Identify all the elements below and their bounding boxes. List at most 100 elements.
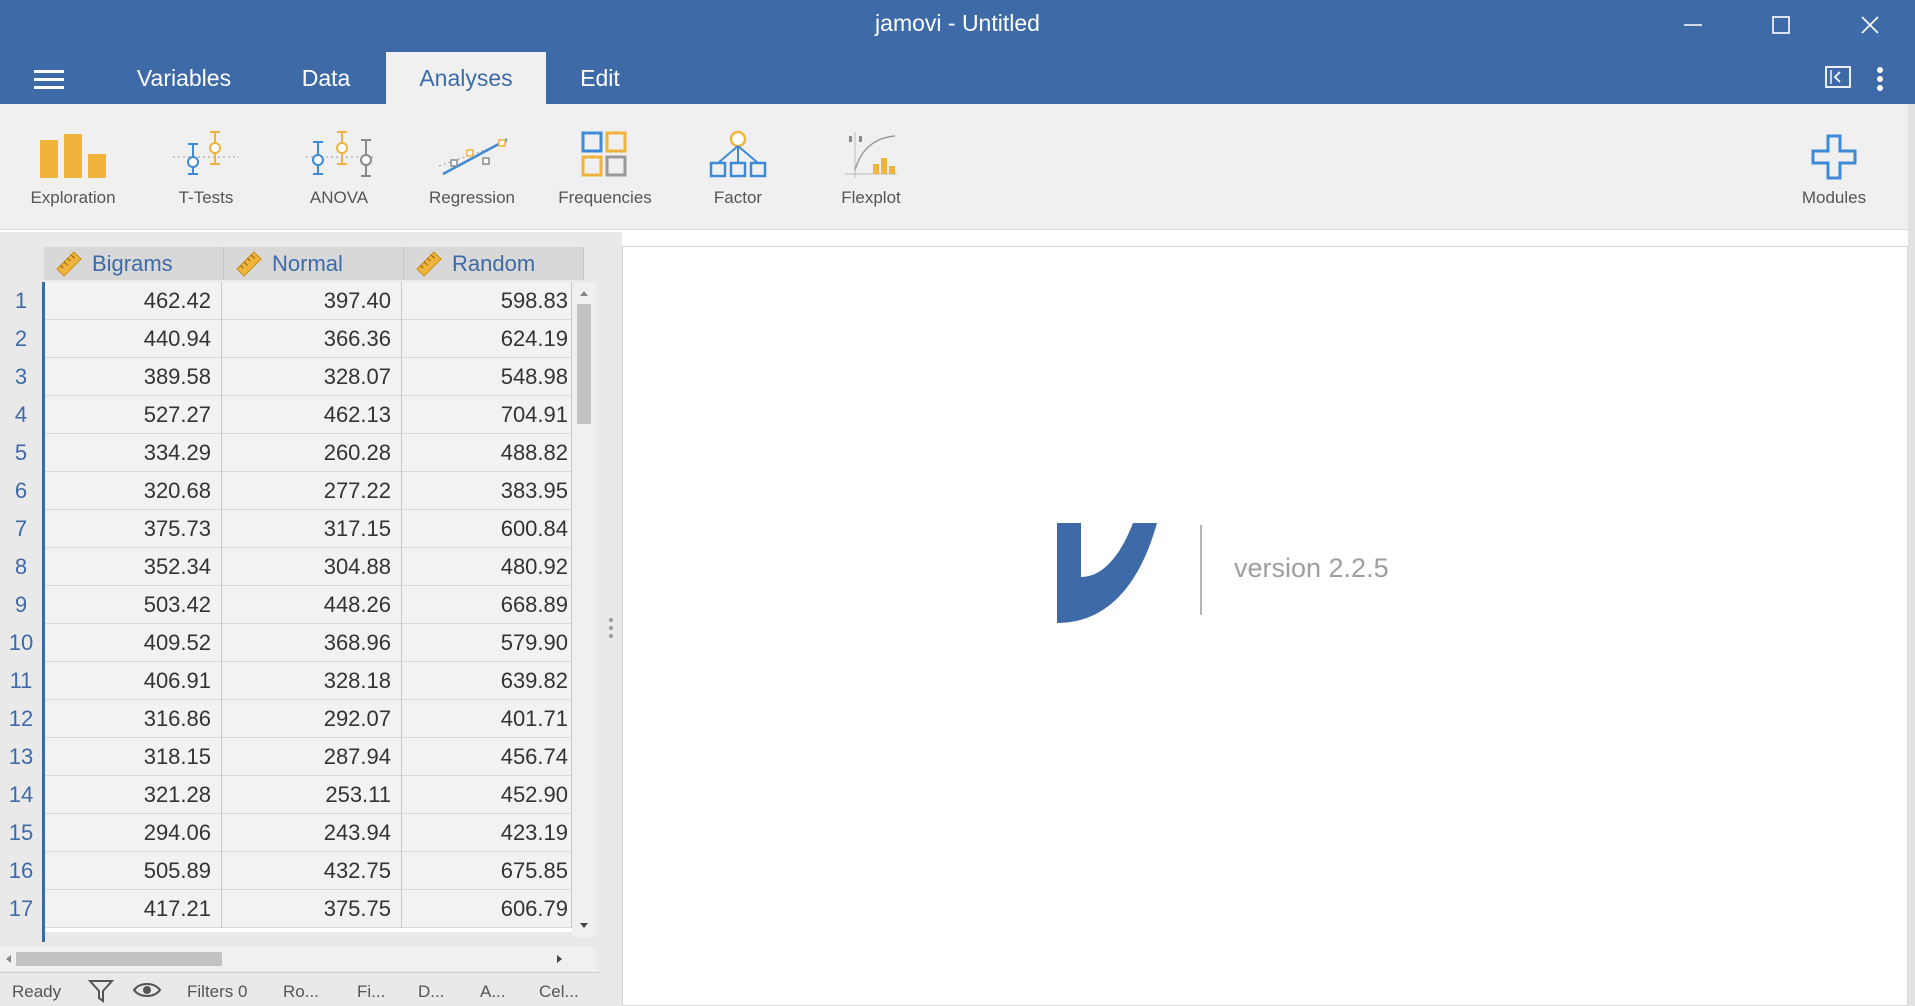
row-number[interactable]: 2 bbox=[0, 320, 42, 358]
tab-edit[interactable]: Edit bbox=[550, 52, 650, 104]
tab-variables[interactable]: Variables bbox=[118, 52, 250, 104]
data-cell[interactable]: 668.89 bbox=[402, 586, 572, 624]
row-number[interactable]: 6 bbox=[0, 472, 42, 510]
data-cell[interactable]: 260.28 bbox=[222, 434, 402, 472]
data-cell[interactable]: 375.75 bbox=[222, 890, 402, 928]
hamburger-menu-icon[interactable] bbox=[34, 70, 64, 90]
data-cell[interactable]: 253.11 bbox=[222, 776, 402, 814]
tab-data[interactable]: Data bbox=[270, 52, 382, 104]
row-number[interactable]: 9 bbox=[0, 586, 42, 624]
drag-handle-icon[interactable] bbox=[609, 618, 613, 642]
row-number[interactable]: 14 bbox=[0, 776, 42, 814]
data-cell[interactable]: 417.21 bbox=[42, 890, 222, 928]
data-cell[interactable]: 704.91 bbox=[402, 396, 572, 434]
data-cell[interactable]: 287.94 bbox=[222, 738, 402, 776]
data-cell[interactable]: 366.36 bbox=[222, 320, 402, 358]
flexplot-button[interactable]: Flexplot bbox=[805, 124, 937, 220]
data-cell[interactable]: 505.89 bbox=[42, 852, 222, 890]
eye-icon[interactable] bbox=[132, 980, 162, 1000]
data-cell[interactable]: 579.90 bbox=[402, 624, 572, 662]
results-mode-button[interactable] bbox=[1825, 66, 1851, 93]
data-cell[interactable]: 317.15 bbox=[222, 510, 402, 548]
data-cell[interactable]: 462.42 bbox=[42, 282, 222, 320]
data-cell[interactable]: 675.85 bbox=[402, 852, 572, 890]
row-number[interactable]: 12 bbox=[0, 700, 42, 738]
data-cell[interactable]: 548.98 bbox=[402, 358, 572, 396]
data-cell[interactable]: 277.22 bbox=[222, 472, 402, 510]
frequencies-icon bbox=[581, 131, 627, 177]
horizontal-scroll-thumb[interactable] bbox=[16, 952, 222, 966]
data-cell[interactable]: 397.40 bbox=[222, 282, 402, 320]
data-cell[interactable]: 639.82 bbox=[402, 662, 572, 700]
table-row: 375.73 317.15 600.84 bbox=[42, 510, 572, 548]
data-cell[interactable]: 462.13 bbox=[222, 396, 402, 434]
data-cell[interactable]: 600.84 bbox=[402, 510, 572, 548]
data-cell[interactable]: 352.34 bbox=[42, 548, 222, 586]
data-cell[interactable]: 401.71 bbox=[402, 700, 572, 738]
data-cell[interactable]: 409.52 bbox=[42, 624, 222, 662]
filter-icon[interactable] bbox=[88, 979, 114, 1003]
vertical-scrollbar[interactable] bbox=[572, 282, 596, 937]
data-cell[interactable]: 318.15 bbox=[42, 738, 222, 776]
data-cell[interactable]: 606.79 bbox=[402, 890, 572, 928]
data-cell[interactable]: 423.19 bbox=[402, 814, 572, 852]
modules-button[interactable]: Modules bbox=[1768, 124, 1900, 220]
data-cell[interactable]: 368.96 bbox=[222, 624, 402, 662]
data-cell[interactable]: 503.42 bbox=[42, 586, 222, 624]
exploration-button[interactable]: Exploration bbox=[7, 124, 139, 220]
data-cell[interactable]: 328.18 bbox=[222, 662, 402, 700]
factor-button[interactable]: Factor bbox=[672, 124, 804, 220]
close-button[interactable] bbox=[1826, 0, 1914, 50]
row-number[interactable]: 10 bbox=[0, 624, 42, 662]
regression-button[interactable]: Regression bbox=[406, 124, 538, 220]
tab-analyses[interactable]: Analyses bbox=[386, 52, 546, 104]
data-cell[interactable]: 440.94 bbox=[42, 320, 222, 358]
row-number[interactable]: 16 bbox=[0, 852, 42, 890]
data-cell[interactable]: 292.07 bbox=[222, 700, 402, 738]
row-number[interactable]: 11 bbox=[0, 662, 42, 700]
data-cell[interactable]: 624.19 bbox=[402, 320, 572, 358]
data-cell[interactable]: 480.92 bbox=[402, 548, 572, 586]
more-options-button[interactable] bbox=[1876, 66, 1884, 97]
panel-splitter[interactable] bbox=[600, 232, 622, 1006]
row-number[interactable]: 8 bbox=[0, 548, 42, 586]
data-cell[interactable]: 432.75 bbox=[222, 852, 402, 890]
row-number[interactable]: 1 bbox=[0, 282, 42, 320]
data-cell[interactable]: 456.74 bbox=[402, 738, 572, 776]
row-number[interactable]: 4 bbox=[0, 396, 42, 434]
frequencies-button[interactable]: Frequencies bbox=[539, 124, 671, 220]
data-cell[interactable]: 488.82 bbox=[402, 434, 572, 472]
data-cell[interactable]: 243.94 bbox=[222, 814, 402, 852]
data-cell[interactable]: 304.88 bbox=[222, 548, 402, 586]
column-header-bigrams[interactable]: Bigrams bbox=[44, 247, 224, 280]
data-cell[interactable]: 527.27 bbox=[42, 396, 222, 434]
data-cell[interactable]: 321.28 bbox=[42, 776, 222, 814]
logo-divider bbox=[1200, 525, 1202, 615]
data-cell[interactable]: 448.26 bbox=[222, 586, 402, 624]
horizontal-scrollbar[interactable] bbox=[0, 947, 596, 971]
maximize-button[interactable] bbox=[1737, 0, 1825, 50]
column-header-random[interactable]: Random bbox=[404, 247, 584, 280]
data-cell[interactable]: 334.29 bbox=[42, 434, 222, 472]
row-number[interactable]: 13 bbox=[0, 738, 42, 776]
data-cell[interactable]: 328.07 bbox=[222, 358, 402, 396]
t-tests-button[interactable]: T-Tests bbox=[140, 124, 272, 220]
anova-button[interactable]: ANOVA bbox=[273, 124, 405, 220]
data-cell[interactable]: 598.83 bbox=[402, 282, 572, 320]
data-cell[interactable]: 375.73 bbox=[42, 510, 222, 548]
data-cell[interactable]: 316.86 bbox=[42, 700, 222, 738]
data-cell[interactable]: 383.95 bbox=[402, 472, 572, 510]
data-cell[interactable]: 389.58 bbox=[42, 358, 222, 396]
row-number[interactable]: 17 bbox=[0, 890, 42, 928]
minimize-button[interactable] bbox=[1649, 0, 1737, 50]
vertical-scroll-thumb[interactable] bbox=[577, 304, 591, 424]
data-cell[interactable]: 320.68 bbox=[42, 472, 222, 510]
column-header-normal[interactable]: Normal bbox=[224, 247, 404, 280]
row-number[interactable]: 7 bbox=[0, 510, 42, 548]
row-number[interactable]: 3 bbox=[0, 358, 42, 396]
data-cell[interactable]: 406.91 bbox=[42, 662, 222, 700]
data-cell[interactable]: 294.06 bbox=[42, 814, 222, 852]
row-number[interactable]: 5 bbox=[0, 434, 42, 472]
row-number[interactable]: 15 bbox=[0, 814, 42, 852]
data-cell[interactable]: 452.90 bbox=[402, 776, 572, 814]
